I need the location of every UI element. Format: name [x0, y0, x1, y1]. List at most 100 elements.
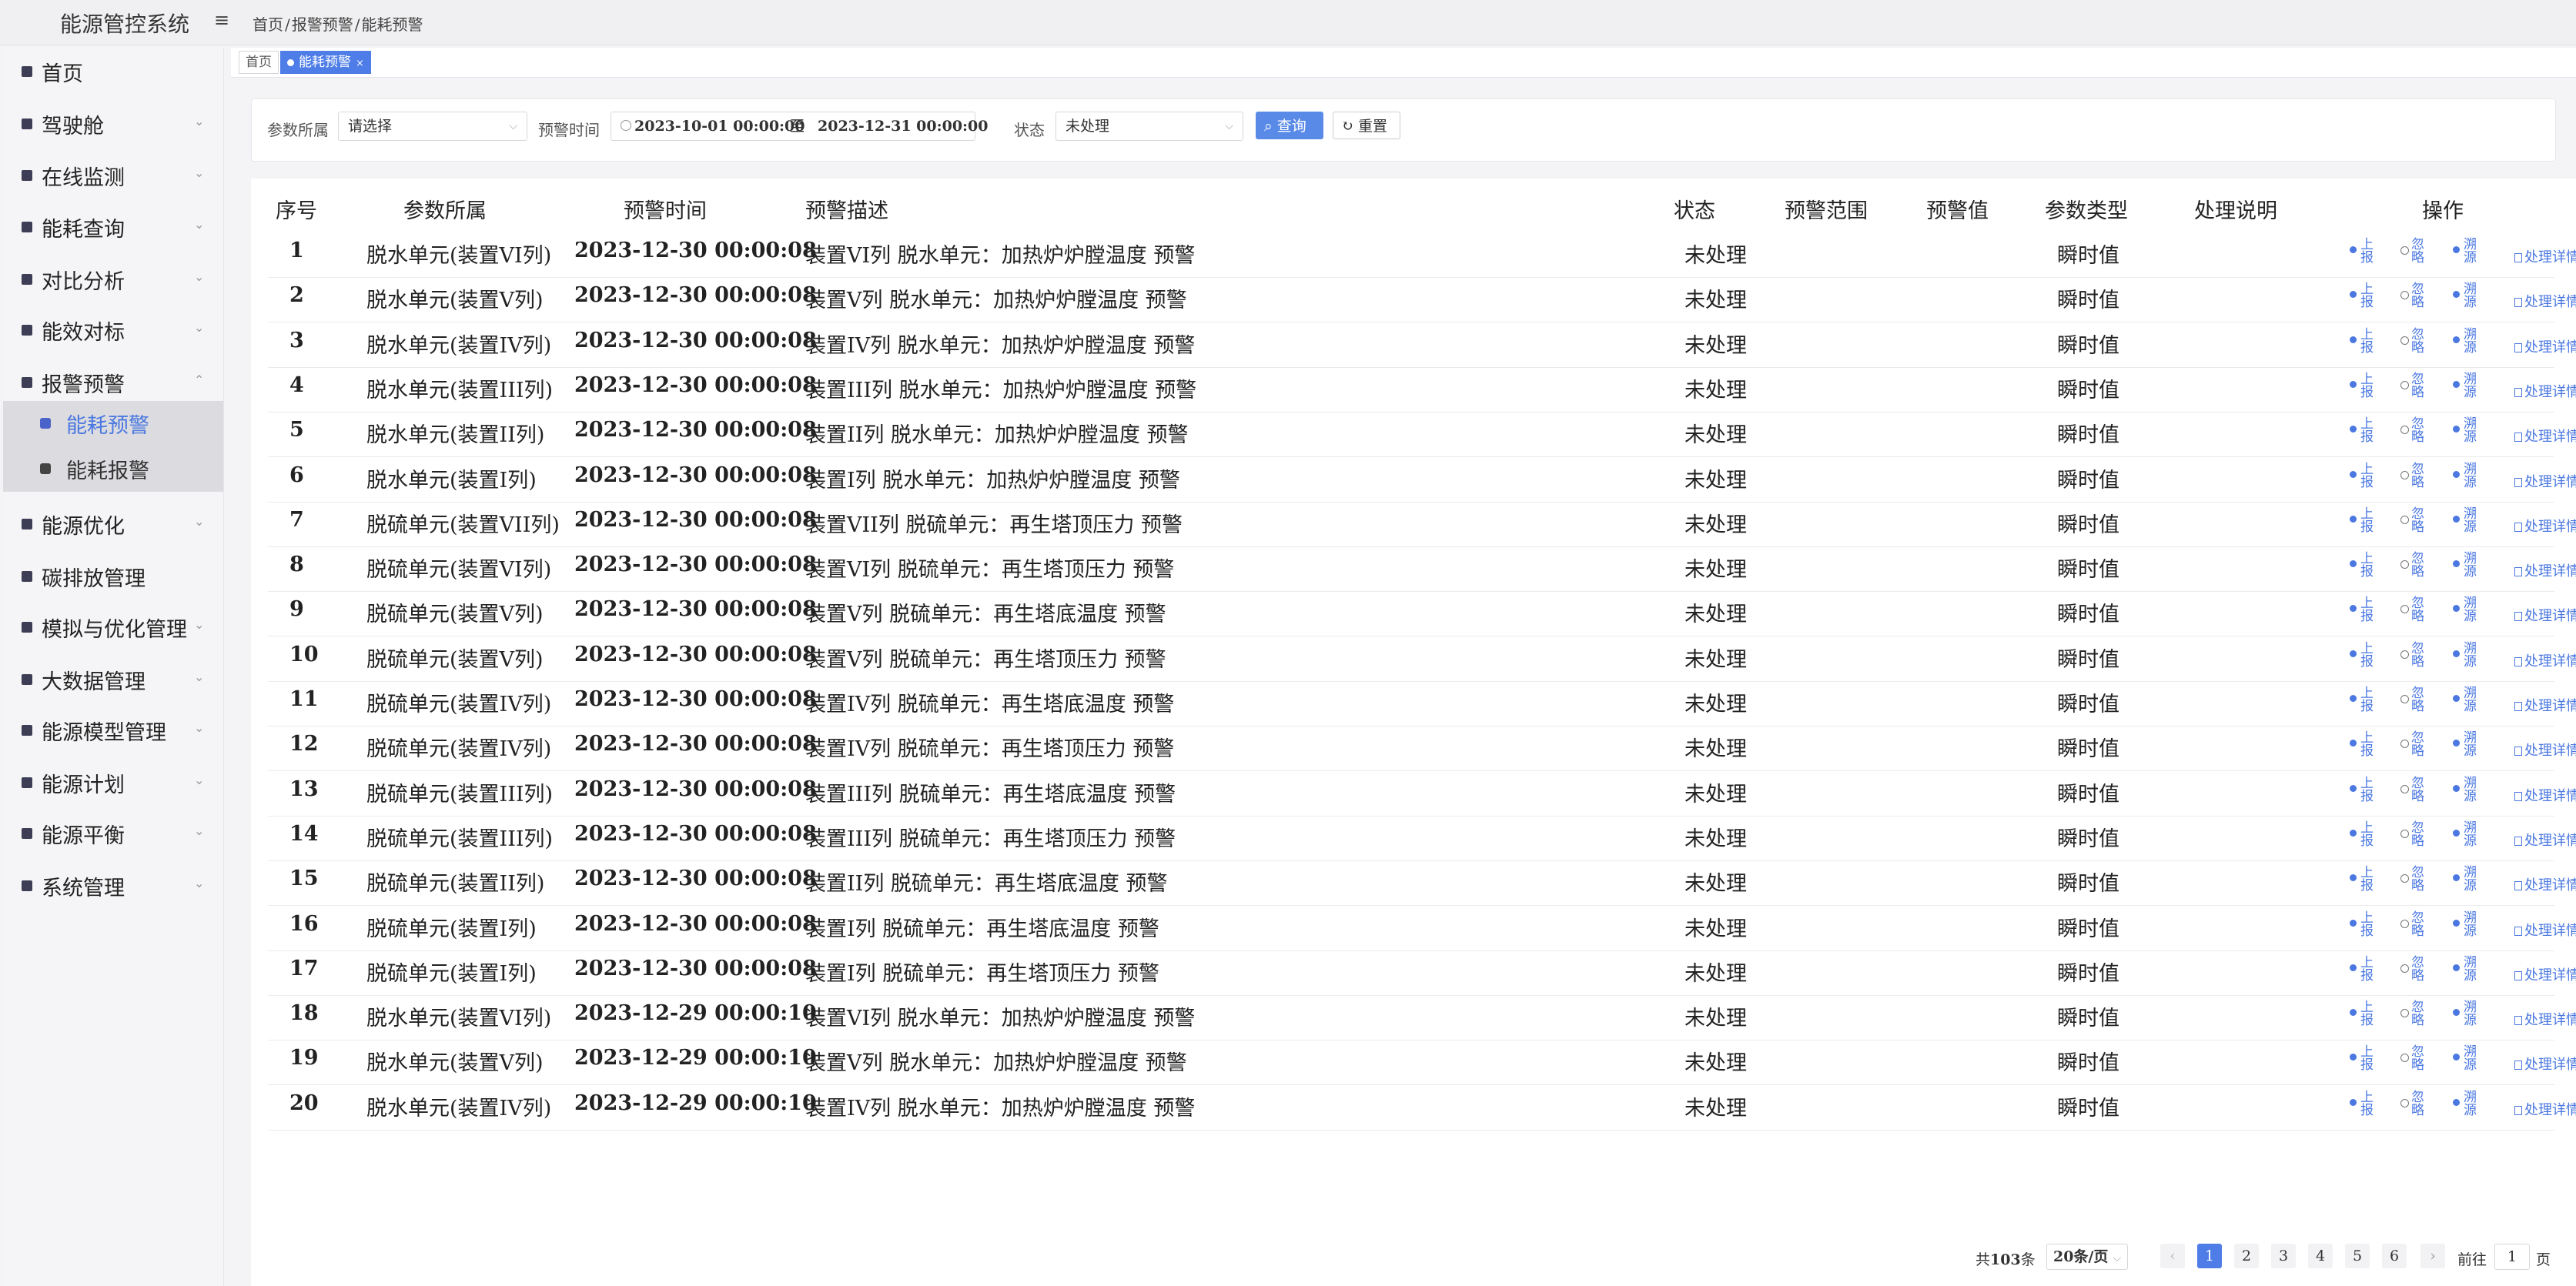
sidebar-item[interactable]: 系统管理 ⌄: [3, 862, 223, 911]
status-select[interactable]: 未处理 ⌵: [1055, 112, 1243, 141]
report-button[interactable]: 上报: [2350, 957, 2376, 983]
ignore-button[interactable]: 忽略: [2400, 329, 2427, 355]
page-button[interactable]: 4: [2308, 1244, 2333, 1268]
trace-button[interactable]: 溯源: [2453, 687, 2479, 713]
report-button[interactable]: 上报: [2350, 239, 2376, 265]
sidebar-item[interactable]: 能源平衡 ⌄: [3, 810, 223, 859]
report-button[interactable]: 上报: [2350, 418, 2376, 444]
date-end[interactable]: 2023-12-31 00:00:00: [818, 112, 989, 140]
sidebar-item[interactable]: 能效对标 ⌄: [3, 306, 223, 356]
report-button[interactable]: 上报: [2350, 687, 2376, 713]
param-select[interactable]: 请选择 ⌵: [338, 112, 527, 141]
tab-home[interactable]: 首页: [239, 51, 279, 74]
report-button[interactable]: 上报: [2350, 822, 2376, 848]
trace-button[interactable]: 溯源: [2453, 867, 2479, 893]
trace-button[interactable]: 溯源: [2453, 1001, 2479, 1027]
ignore-button[interactable]: 忽略: [2400, 553, 2427, 579]
sidebar-item[interactable]: 能源计划 ⌄: [3, 759, 223, 808]
detail-button[interactable]: 处理详情: [2514, 964, 2576, 984]
ignore-button[interactable]: 忽略: [2400, 1001, 2427, 1027]
ignore-button[interactable]: 忽略: [2400, 687, 2427, 713]
page-button[interactable]: 1: [2197, 1244, 2222, 1268]
query-button[interactable]: ⌕ 查询: [1256, 112, 1323, 139]
detail-button[interactable]: 处理详情: [2514, 605, 2576, 625]
trace-button[interactable]: 溯源: [2453, 957, 2479, 983]
sidebar-item[interactable]: 首页: [3, 48, 223, 97]
ignore-button[interactable]: 忽略: [2400, 239, 2427, 265]
detail-button[interactable]: 处理详情: [2514, 830, 2576, 850]
tab-energy-warning[interactable]: 能耗预警 ×: [280, 51, 371, 74]
ignore-button[interactable]: 忽略: [2400, 777, 2427, 803]
report-button[interactable]: 上报: [2350, 373, 2376, 399]
ignore-button[interactable]: 忽略: [2400, 1091, 2427, 1117]
detail-button[interactable]: 处理详情: [2514, 874, 2576, 894]
ignore-button[interactable]: 忽略: [2400, 597, 2427, 623]
ignore-button[interactable]: 忽略: [2400, 508, 2427, 534]
report-button[interactable]: 上报: [2350, 867, 2376, 893]
date-start[interactable]: 2023-10-01 00:00:00: [634, 112, 805, 140]
report-button[interactable]: 上报: [2350, 732, 2376, 758]
detail-button[interactable]: 处理详情: [2514, 381, 2576, 401]
sidebar-item[interactable]: 驾驶舱 ⌄: [3, 100, 223, 149]
detail-button[interactable]: 处理详情: [2514, 1054, 2576, 1074]
trace-button[interactable]: 溯源: [2453, 912, 2479, 938]
trace-button[interactable]: 溯源: [2453, 822, 2479, 848]
sidebar-item[interactable]: 对比分析 ⌄: [3, 256, 223, 305]
detail-button[interactable]: 处理详情: [2514, 246, 2576, 266]
detail-button[interactable]: 处理详情: [2514, 560, 2576, 580]
report-button[interactable]: 上报: [2350, 283, 2376, 309]
ignore-button[interactable]: 忽略: [2400, 643, 2427, 669]
reset-button[interactable]: ↻ 重置: [1333, 112, 1400, 139]
report-button[interactable]: 上报: [2350, 643, 2376, 669]
detail-button[interactable]: 处理详情: [2514, 785, 2576, 805]
goto-page-input[interactable]: 1: [2494, 1244, 2530, 1270]
sidebar-item[interactable]: 模拟与优化管理 ⌄: [3, 603, 223, 653]
detail-button[interactable]: 处理详情: [2514, 471, 2576, 491]
trace-button[interactable]: 溯源: [2453, 1046, 2479, 1072]
report-button[interactable]: 上报: [2350, 463, 2376, 489]
detail-button[interactable]: 处理详情: [2514, 695, 2576, 715]
detail-button[interactable]: 处理详情: [2514, 920, 2576, 940]
page-button[interactable]: 3: [2271, 1244, 2296, 1268]
ignore-button[interactable]: 忽略: [2400, 822, 2427, 848]
trace-button[interactable]: 溯源: [2453, 732, 2479, 758]
detail-button[interactable]: 处理详情: [2514, 650, 2576, 670]
page-button[interactable]: 2: [2234, 1244, 2259, 1268]
trace-button[interactable]: 溯源: [2453, 777, 2479, 803]
page-size-select[interactable]: 20条/页 ⌵: [2046, 1244, 2129, 1270]
detail-button[interactable]: 处理详情: [2514, 740, 2576, 760]
trace-button[interactable]: 溯源: [2453, 283, 2479, 309]
ignore-button[interactable]: 忽略: [2400, 283, 2427, 309]
sidebar-item[interactable]: 能源优化 ⌄: [3, 500, 223, 549]
report-button[interactable]: 上报: [2350, 912, 2376, 938]
report-button[interactable]: 上报: [2350, 329, 2376, 355]
detail-button[interactable]: 处理详情: [2514, 1009, 2576, 1029]
ignore-button[interactable]: 忽略: [2400, 867, 2427, 893]
breadcrumb-alarm[interactable]: 报警预警: [292, 15, 353, 34]
detail-button[interactable]: 处理详情: [2514, 336, 2576, 356]
sidebar-subitem[interactable]: 能耗预警: [3, 401, 223, 446]
ignore-button[interactable]: 忽略: [2400, 1046, 2427, 1072]
report-button[interactable]: 上报: [2350, 1046, 2376, 1072]
page-button[interactable]: 5: [2345, 1244, 2370, 1268]
detail-button[interactable]: 处理详情: [2514, 516, 2576, 536]
sidebar-item[interactable]: 在线监测 ⌄: [3, 152, 223, 201]
ignore-button[interactable]: 忽略: [2400, 732, 2427, 758]
sidebar-item[interactable]: 大数据管理 ⌄: [3, 656, 223, 705]
ignore-button[interactable]: 忽略: [2400, 418, 2427, 444]
report-button[interactable]: 上报: [2350, 553, 2376, 579]
trace-button[interactable]: 溯源: [2453, 597, 2479, 623]
trace-button[interactable]: 溯源: [2453, 418, 2479, 444]
trace-button[interactable]: 溯源: [2453, 508, 2479, 534]
tab-close-icon[interactable]: ×: [356, 58, 364, 69]
report-button[interactable]: 上报: [2350, 1091, 2376, 1117]
page-button[interactable]: 6: [2382, 1244, 2407, 1268]
menu-toggle-icon[interactable]: ≡: [214, 11, 233, 29]
detail-button[interactable]: 处理详情: [2514, 1099, 2576, 1119]
ignore-button[interactable]: 忽略: [2400, 463, 2427, 489]
report-button[interactable]: 上报: [2350, 597, 2376, 623]
report-button[interactable]: 上报: [2350, 508, 2376, 534]
report-button[interactable]: 上报: [2350, 1001, 2376, 1027]
sidebar-item[interactable]: 能耗查询 ⌄: [3, 203, 223, 252]
trace-button[interactable]: 溯源: [2453, 553, 2479, 579]
